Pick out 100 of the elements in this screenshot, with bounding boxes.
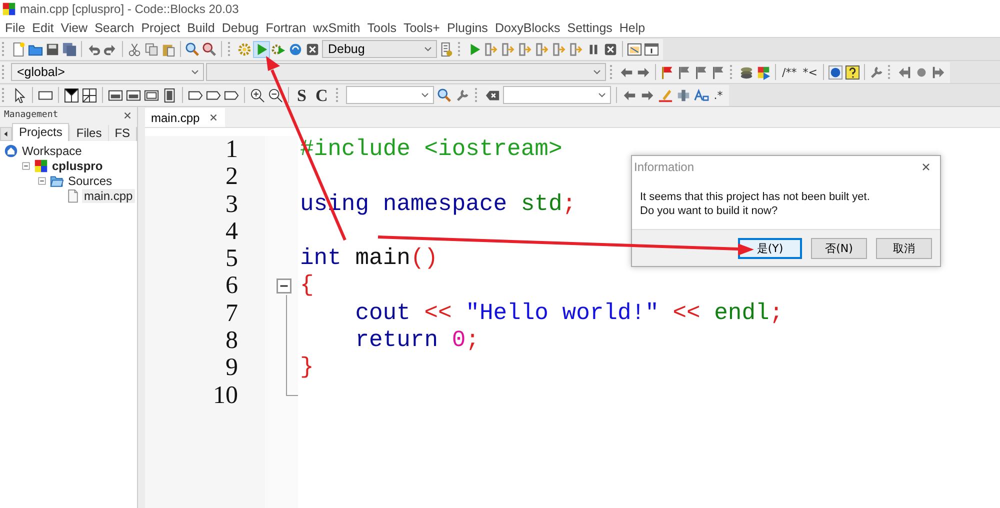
gear-play-icon[interactable] [271,42,286,56]
frame-icon[interactable] [144,88,159,102]
panel-icon[interactable] [126,88,141,102]
panel-tab[interactable]: Files [69,125,108,141]
search-icon[interactable] [185,42,200,56]
tree-item[interactable]: Sources [66,174,114,188]
highlighter-icon[interactable] [658,88,673,102]
panel-tab[interactable]: Projects [12,123,70,141]
jump-right-icon[interactable] [931,64,946,80]
caret-icon [190,67,200,77]
bookmark-icon[interactable] [694,64,709,80]
close-icon[interactable] [920,161,932,173]
scope-dropdown[interactable]: <global> [11,63,204,81]
dialog-title: Information [634,160,694,174]
dialog-button[interactable]: 是(Y) [738,238,802,258]
grid-box-icon[interactable] [82,88,97,102]
step-icon[interactable] [518,42,533,56]
build-target-dropdown[interactable]: Debug [322,40,437,58]
copy-icon[interactable] [144,42,159,56]
bookmark-icon[interactable] [677,64,692,80]
collapse-icon[interactable] [20,160,32,172]
close-icon[interactable] [208,112,219,123]
project-icon [34,158,48,172]
step-icon[interactable] [484,42,499,56]
wrench-icon[interactable] [869,64,884,80]
split-box-icon[interactable] [64,88,79,102]
wrench-icon[interactable] [454,88,470,102]
search-icon[interactable] [436,88,452,102]
stop-icon[interactable] [305,42,320,56]
stack-icon[interactable] [739,64,754,80]
save-all-icon[interactable] [62,42,77,56]
new-file-icon[interactable] [11,42,26,56]
tree-item[interactable]: cpluspro [50,158,105,172]
find-icon[interactable] [202,42,217,56]
line-number: 6 [224,272,239,300]
menu-item[interactable]: wxSmith [310,20,364,34]
tree-item[interactable]: main.cpp [82,188,135,202]
cut-icon[interactable] [127,42,142,56]
c-button[interactable]: C [312,86,331,104]
line-number: 3 [224,190,239,218]
panel-title: Management [4,110,58,120]
menu-item[interactable]: View [58,20,92,34]
menu-item[interactable]: Tools [364,20,400,34]
page-icon[interactable] [439,42,454,56]
line-number: 4 [224,218,239,246]
jump-left-icon[interactable] [897,64,912,80]
help-icon[interactable] [845,64,860,80]
zoom-in-icon[interactable] [250,88,265,102]
menu-item[interactable]: Tools+ [400,20,444,34]
gear-icon[interactable] [237,42,252,56]
window-icon[interactable] [627,42,642,56]
menu-item[interactable]: Build [184,20,219,34]
menu-item[interactable]: Edit [29,20,58,34]
caret-icon [596,90,607,100]
save-icon[interactable] [45,42,60,56]
comment-block-button[interactable]: /** [780,63,799,81]
menu-item[interactable]: Settings [564,20,616,34]
file-icon [66,188,80,202]
menu-item[interactable]: Debug [218,20,263,34]
tree-item[interactable]: Workspace [20,144,84,158]
code-line: { [300,272,314,300]
editor-tab[interactable]: main.cpp [145,108,225,127]
bookmark-icon[interactable] [711,64,726,80]
line-number: 5 [224,245,239,272]
menu-item[interactable]: Fortran [262,20,310,34]
line-number: 7 [224,300,239,328]
text-style-icon[interactable] [694,88,709,102]
stop-icon[interactable] [603,42,618,56]
menu-item[interactable]: DoxyBlocks [492,20,564,34]
comment-line-button[interactable]: *< [800,63,820,81]
zoom-out-icon[interactable] [268,88,283,102]
menu-item[interactable]: Plugins [444,20,492,34]
menu-item[interactable]: Help [616,20,650,34]
dialog-button[interactable]: 否(N) [811,238,867,258]
play-icon[interactable] [254,42,269,56]
line-number: 10 [212,382,239,409]
regex-button[interactable]: .* [712,86,725,104]
menu-item[interactable]: Search [92,20,138,34]
step-icon[interactable] [501,42,516,56]
refresh-icon[interactable] [288,42,303,56]
column-icon[interactable] [162,88,177,102]
s-button[interactable]: S [294,86,310,104]
code-line: } [300,354,314,382]
line-number: 9 [224,354,239,382]
close-icon[interactable] [122,110,133,120]
step-icon[interactable] [569,42,584,56]
panel-icon[interactable] [108,88,123,102]
scroll-left-icon[interactable] [0,127,12,141]
dialog-button[interactable]: 取消 [876,238,932,258]
code-line: return 0; [354,327,480,354]
flag-icon[interactable] [660,64,675,80]
step-icon[interactable] [552,42,567,56]
blocks-icon[interactable] [756,64,771,80]
caret-icon [420,90,430,100]
menu-item[interactable]: File [2,20,30,34]
code-line: cout << "Hello world!" << endl; [354,300,784,328]
collapse-icon[interactable] [36,174,48,186]
info-window-icon[interactable] [644,42,659,56]
menu-item[interactable]: Project [138,20,184,34]
step-icon[interactable] [535,42,550,56]
